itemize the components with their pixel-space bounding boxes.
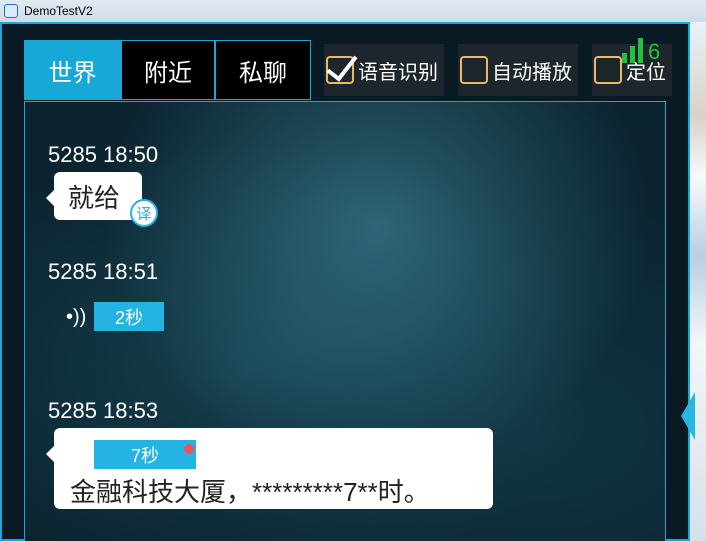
- unread-dot: [184, 444, 194, 454]
- voice-wave-icon[interactable]: •)): [66, 306, 86, 329]
- voice-recognition-label: 语音识别: [358, 61, 438, 84]
- message-bubble[interactable]: 就给: [46, 172, 142, 220]
- channel-tabs: 世界 附近 私聊: [24, 40, 311, 100]
- voice-duration-badge[interactable]: 2秒: [94, 302, 164, 331]
- signal-bar: [638, 38, 643, 63]
- message-header: 5285 18:53: [48, 398, 159, 423]
- message-text: 金融科技大厦，*********7**时。: [70, 477, 430, 507]
- option-auto-play[interactable]: 自动播放: [458, 44, 578, 96]
- tab-nearby[interactable]: 附近: [121, 40, 215, 100]
- auto-play-checkbox[interactable]: [460, 56, 488, 84]
- message-header: 5285 18:50: [48, 142, 159, 167]
- signal-level: 6: [648, 39, 661, 64]
- auto-play-label: 自动播放: [492, 61, 572, 84]
- tab-private[interactable]: 私聊: [215, 40, 311, 100]
- translate-icon[interactable]: 译: [130, 199, 158, 227]
- tab-world[interactable]: 世界: [24, 40, 121, 100]
- message-text: 就给: [68, 182, 121, 213]
- signal-strength: 6: [622, 38, 660, 63]
- signal-bar: [622, 53, 627, 63]
- voice-recognition-checkbox[interactable]: [326, 48, 358, 84]
- voice-duration-badge[interactable]: 7秒: [94, 440, 196, 469]
- app-icon: [4, 4, 18, 18]
- message-header: 5285 18:51: [48, 259, 159, 284]
- window-titlebar: DemoTestV2: [0, 0, 706, 23]
- checkmark-icon: [326, 48, 358, 82]
- window-title: DemoTestV2: [24, 4, 93, 18]
- collapse-arrow-icon[interactable]: [681, 392, 695, 440]
- option-voice-recognition[interactable]: 语音识别: [324, 44, 444, 96]
- location-checkbox[interactable]: [594, 56, 622, 84]
- signal-bar: [630, 46, 635, 63]
